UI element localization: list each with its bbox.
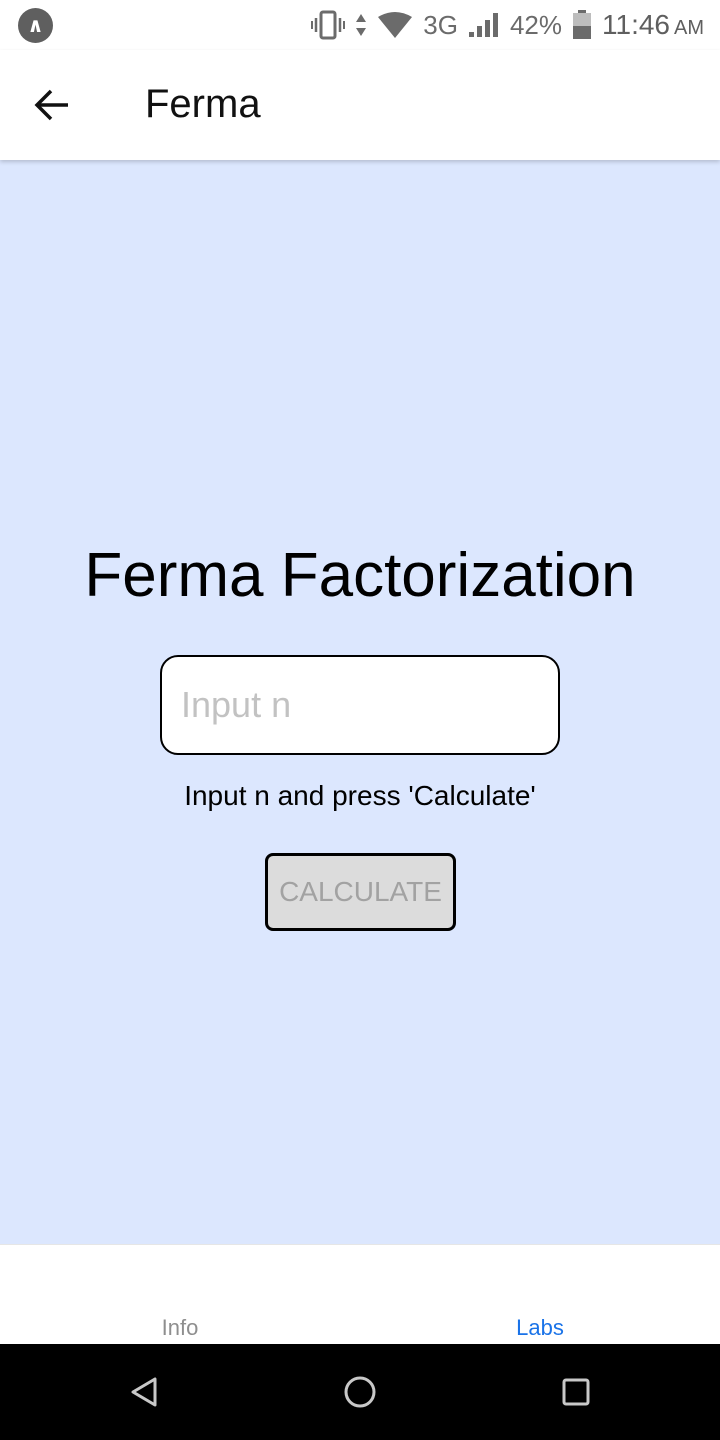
page-title: Ferma Factorization	[84, 541, 636, 610]
clock-time: 11:46	[602, 9, 670, 40]
nav-home-button[interactable]	[340, 1372, 380, 1412]
bottom-tab-bar: Info Labs	[0, 1244, 720, 1344]
clock-ampm: AM	[674, 17, 704, 39]
back-arrow-icon	[34, 89, 68, 121]
battery-percentage: 42%	[509, 9, 562, 40]
app-bar: Ferma	[0, 50, 720, 160]
circle-home-icon	[344, 1376, 376, 1408]
wifi-icon	[377, 11, 413, 39]
tab-info[interactable]: Info	[0, 1245, 360, 1345]
system-nav-bar	[0, 1344, 720, 1440]
nav-recents-button[interactable]	[556, 1372, 596, 1412]
tab-labs[interactable]: Labs	[360, 1245, 720, 1345]
n-input-field[interactable]	[160, 655, 560, 755]
data-arrows-icon	[355, 12, 367, 38]
app-notification-icon: ∧	[18, 8, 53, 43]
signal-icon	[468, 12, 500, 38]
status-right-group: 3G 42% 11:46 AM	[311, 6, 704, 44]
hint-text: Input n and press 'Calculate'	[184, 780, 536, 811]
triangle-back-icon	[131, 1377, 157, 1407]
status-bar: ∧ 3G 42% 11:46 AM	[0, 0, 720, 50]
calculate-button-label: CALCULATE	[279, 876, 442, 907]
clock: 11:46 AM	[602, 9, 704, 41]
tab-labs-label: Labs	[516, 1315, 564, 1340]
app-bar-title: Ferma	[145, 82, 261, 126]
nav-back-button[interactable]	[124, 1372, 164, 1412]
vibrate-icon	[311, 10, 346, 40]
network-type: 3G	[423, 9, 458, 40]
main-content: Ferma Factorization Input n and press 'C…	[0, 160, 720, 1244]
tab-info-label: Info	[161, 1315, 199, 1340]
square-recents-icon	[562, 1378, 590, 1406]
calculate-button[interactable]: CALCULATE	[265, 853, 456, 931]
back-button[interactable]	[22, 75, 82, 135]
battery-icon	[572, 10, 592, 40]
